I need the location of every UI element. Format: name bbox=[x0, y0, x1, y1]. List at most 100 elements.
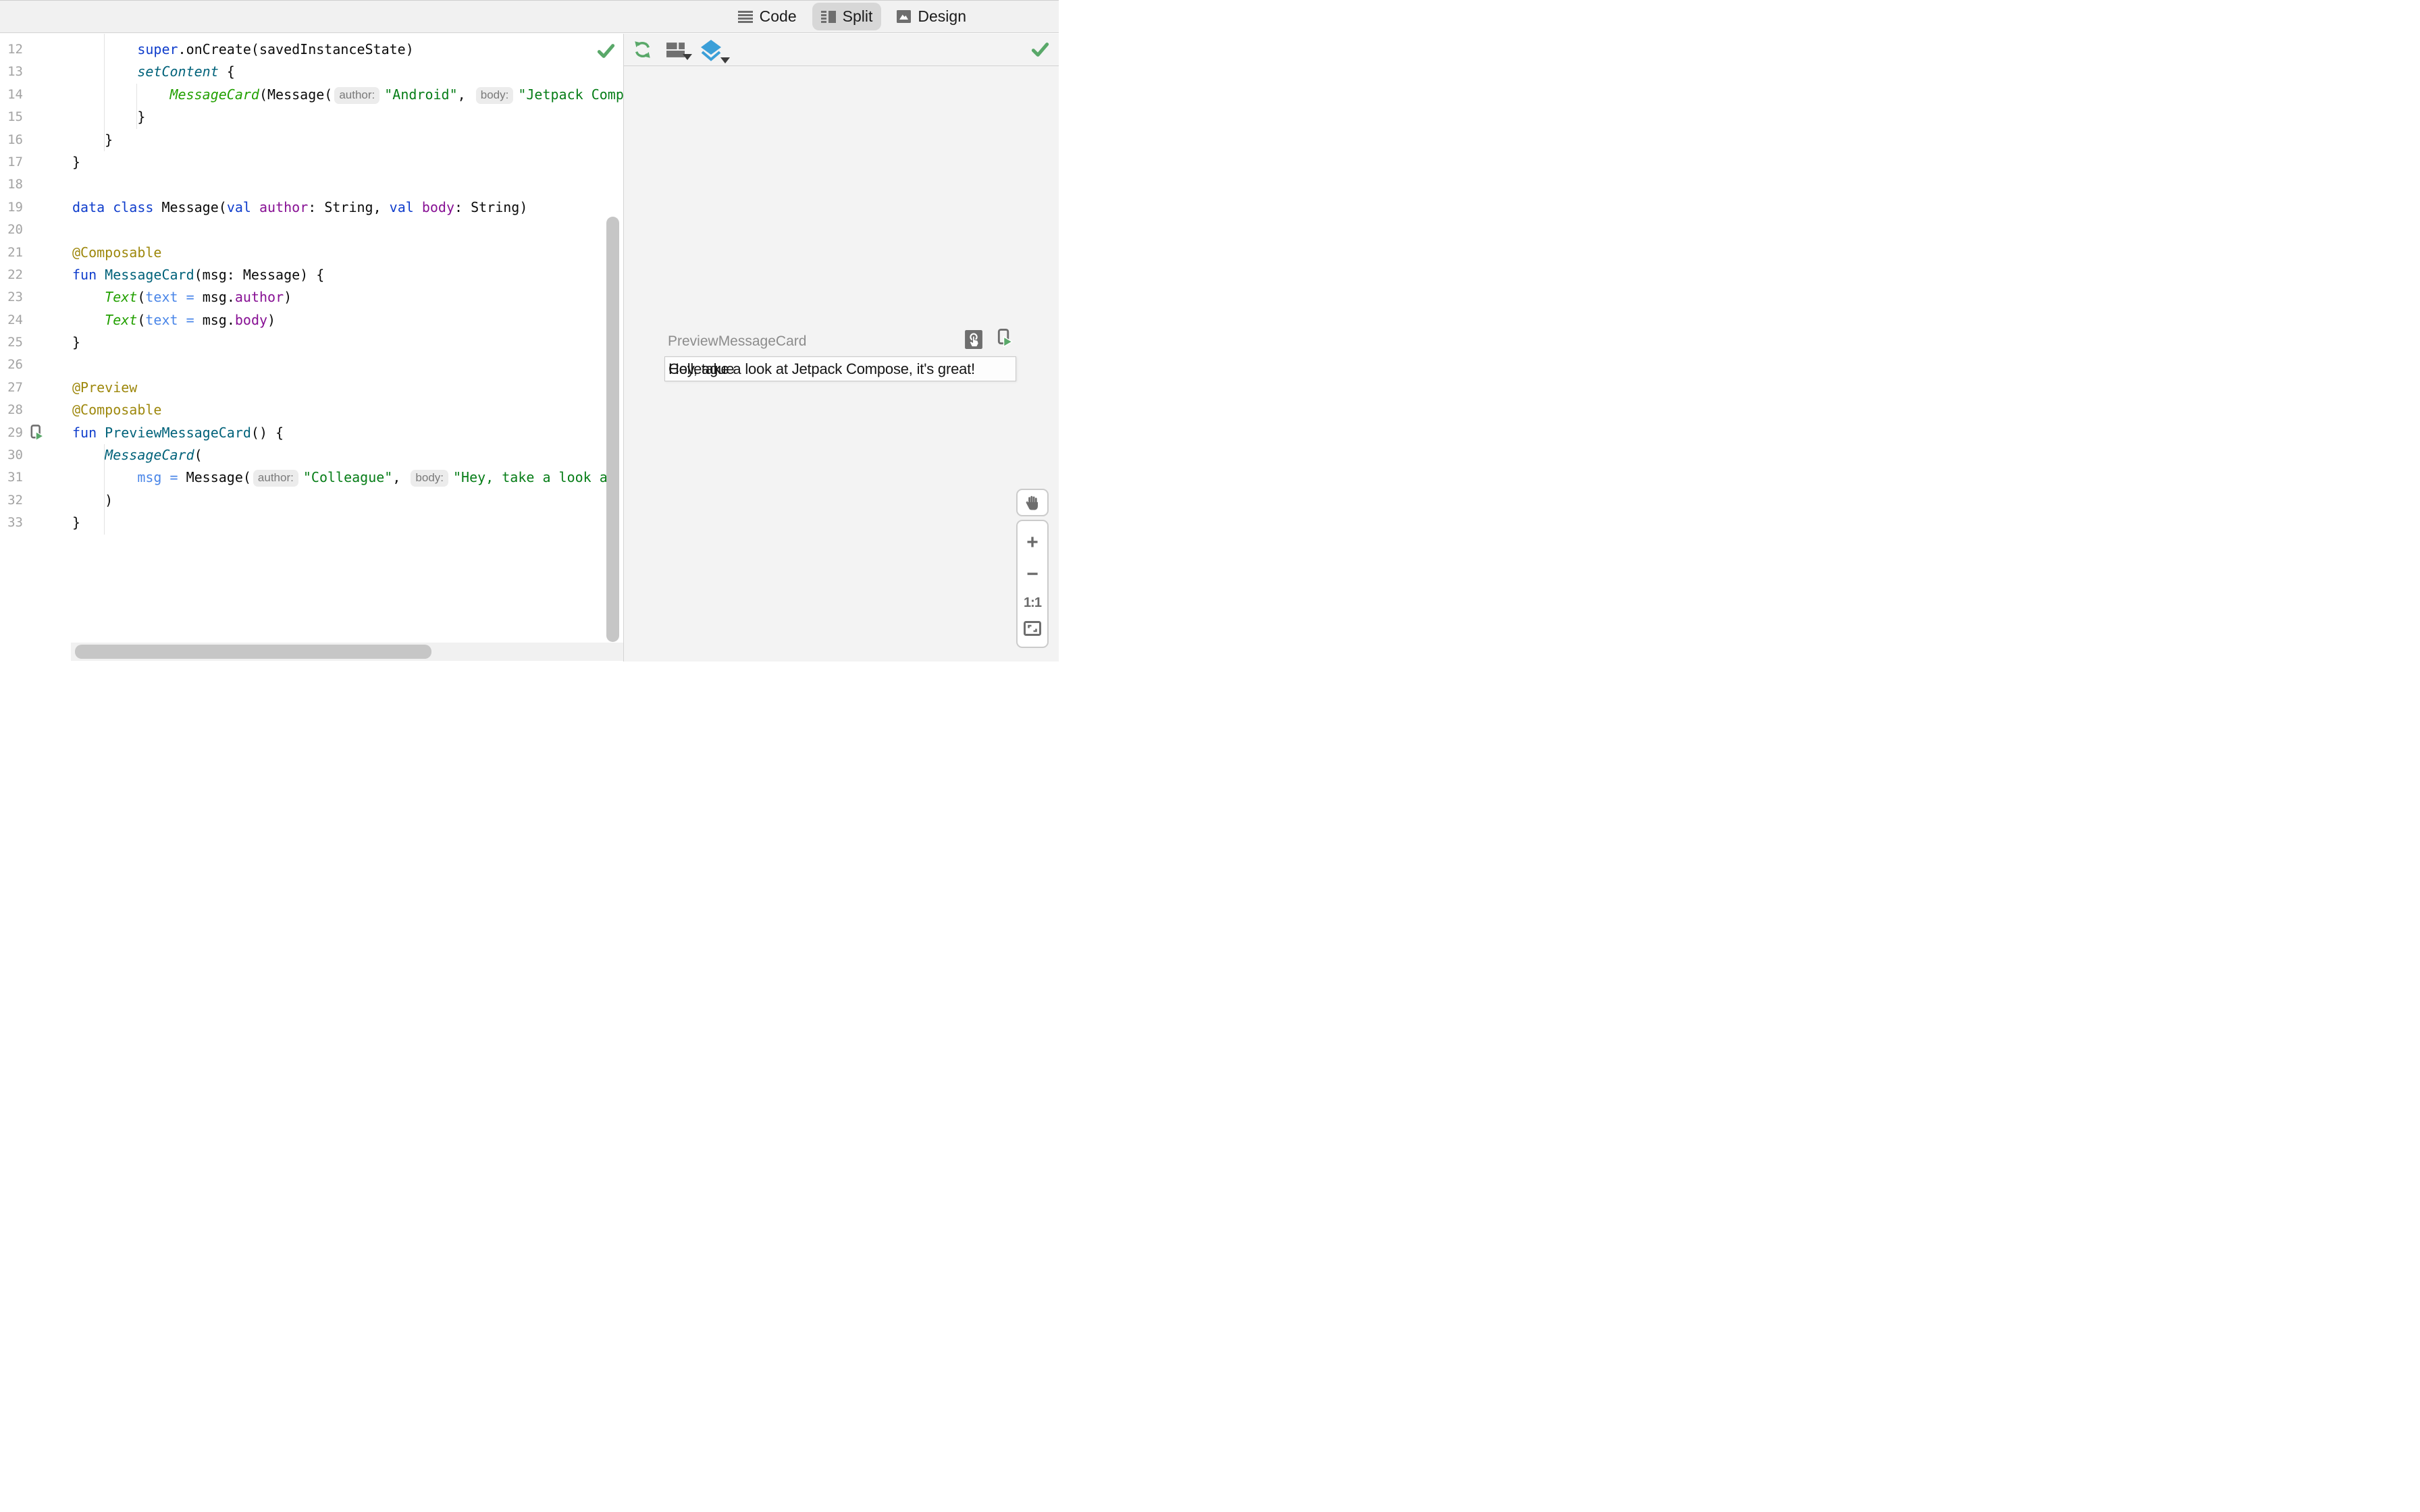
line-number: 30 bbox=[7, 448, 23, 463]
code-line[interactable]: 13 setContent { bbox=[0, 61, 623, 83]
layers-button[interactable] bbox=[700, 38, 730, 63]
zoom-actual-size-button[interactable]: 1:1 bbox=[1024, 596, 1042, 610]
build-refresh-icon bbox=[635, 41, 650, 58]
code-line[interactable]: 18 bbox=[0, 173, 623, 196]
preview-sync-ok-icon bbox=[1031, 40, 1049, 59]
line-number: 21 bbox=[7, 244, 23, 260]
parameter-hint: body: bbox=[475, 86, 514, 104]
code-text: Text(text = msg.author) bbox=[105, 289, 292, 306]
code-line[interactable]: 28 @Composable bbox=[0, 399, 623, 421]
code-text: setContent { bbox=[137, 63, 235, 80]
zoom-out-button[interactable]: − bbox=[1026, 564, 1038, 585]
code-line[interactable]: 22 fun MessageCard(msg: Message) { bbox=[0, 264, 623, 286]
code-line[interactable]: 24 Text(text = msg.body) bbox=[0, 309, 623, 331]
code-text: fun PreviewMessageCard() { bbox=[72, 424, 284, 441]
line-number: 14 bbox=[7, 86, 23, 102]
tab-code[interactable]: Code bbox=[729, 3, 806, 30]
interactive-mode-button[interactable] bbox=[965, 330, 982, 352]
line-number: 29 bbox=[7, 425, 23, 440]
parameter-hint: body: bbox=[411, 470, 448, 487]
line-number: 17 bbox=[7, 154, 23, 169]
line-number: 16 bbox=[7, 132, 23, 147]
line-number: 22 bbox=[7, 267, 23, 282]
split-view-icon bbox=[820, 10, 836, 23]
code-text: msg = Message(author: "Colleague", body: "… bbox=[137, 469, 616, 487]
indent-guide bbox=[104, 34, 105, 151]
code-line[interactable]: 23 Text(text = msg.author) bbox=[0, 286, 623, 308]
chevron-down-icon bbox=[683, 53, 692, 60]
line-number: 19 bbox=[7, 199, 23, 215]
code-line[interactable]: 26 bbox=[0, 354, 623, 376]
code-line[interactable]: 12 super.onCreate(savedInstanceState) bbox=[0, 38, 623, 61]
line-number: 26 bbox=[7, 357, 23, 373]
tab-code-label: Code bbox=[759, 7, 797, 25]
design-image-icon bbox=[897, 10, 912, 23]
code-text: @Composable bbox=[72, 402, 162, 418]
horizontal-scrollbar-track[interactable] bbox=[71, 643, 623, 661]
indent-guide bbox=[136, 84, 137, 129]
android-studio-split-editor: { "topbar": { "tabs": [ { "label": "Code… bbox=[0, 0, 1059, 662]
code-line[interactable]: 29 fun PreviewMessageCard() { bbox=[0, 422, 623, 444]
build-refresh-button[interactable] bbox=[633, 40, 652, 59]
line-number: 28 bbox=[7, 402, 23, 418]
zoom-to-fit-icon bbox=[1024, 620, 1041, 636]
zoom-controls: + − 1:1 bbox=[1016, 520, 1049, 648]
compose-preview-pane: PreviewMessageCard Colleague Hey, take a… bbox=[623, 34, 1059, 662]
code-text: } bbox=[72, 334, 81, 351]
code-line[interactable]: 32 ) bbox=[0, 489, 623, 512]
code-line[interactable]: 17} bbox=[0, 151, 623, 173]
preview-toolbar bbox=[624, 34, 1059, 66]
line-number: 18 bbox=[7, 177, 23, 192]
pan-button[interactable] bbox=[1016, 489, 1049, 516]
run-preview-icon bbox=[997, 329, 1014, 348]
code-line[interactable]: 14 MessageCard(Message(author: "Android",… bbox=[0, 84, 623, 106]
code-line[interactable]: 25} bbox=[0, 331, 623, 354]
code-line[interactable]: 16 } bbox=[0, 129, 623, 151]
code-text: } bbox=[72, 514, 81, 531]
code-line[interactable]: 30 MessageCard( bbox=[0, 444, 623, 466]
zoom-in-button[interactable]: + bbox=[1026, 532, 1038, 553]
interactive-mode-icon bbox=[965, 330, 982, 349]
editor-mode-switcher: Code Split Design bbox=[0, 0, 1059, 33]
code-lines-icon bbox=[737, 10, 753, 23]
code-line[interactable]: 27 @Preview bbox=[0, 377, 623, 399]
code-text: MessageCard( bbox=[105, 447, 203, 464]
code-text: @Composable bbox=[72, 244, 162, 261]
tab-split-label: Split bbox=[842, 7, 873, 25]
line-number: 27 bbox=[7, 379, 23, 395]
code-text: @Preview bbox=[72, 379, 138, 396]
line-number: 20 bbox=[7, 222, 23, 238]
code-text: } bbox=[72, 153, 81, 170]
code-line[interactable]: 19 data class Message(val author: String,… bbox=[0, 196, 623, 219]
line-number: 25 bbox=[7, 335, 23, 350]
code-line[interactable]: 33} bbox=[0, 512, 623, 534]
line-number: 12 bbox=[7, 42, 23, 57]
horizontal-scrollbar-thumb[interactable] bbox=[75, 645, 431, 659]
line-number: 15 bbox=[7, 109, 23, 125]
vertical-scrollbar[interactable] bbox=[606, 217, 619, 642]
line-number: 32 bbox=[7, 492, 23, 508]
code-line[interactable]: 31 msg = Message(author: "Colleague", bod… bbox=[0, 466, 623, 489]
zoom-to-fit-button[interactable] bbox=[1024, 620, 1041, 636]
code-line[interactable]: 15 } bbox=[0, 106, 623, 128]
run-preview-gutter-icon[interactable] bbox=[29, 425, 44, 441]
preview-text-body: Hey, take a look at Jetpack Compose, it'… bbox=[668, 360, 975, 377]
line-number: 13 bbox=[7, 64, 23, 80]
line-number: 31 bbox=[7, 470, 23, 485]
line-number: 33 bbox=[7, 515, 23, 531]
layout-options-button[interactable] bbox=[666, 42, 692, 60]
layers-icon bbox=[701, 39, 721, 61]
code-editor-pane[interactable]: 12 super.onCreate(savedInstanceState) 13 … bbox=[0, 34, 623, 662]
tab-design[interactable]: Design bbox=[888, 3, 975, 30]
code-line[interactable]: 20 bbox=[0, 219, 623, 241]
inspections-ok-icon[interactable] bbox=[597, 42, 615, 63]
indent-guide bbox=[104, 444, 105, 535]
code-line[interactable]: 21 @Composable bbox=[0, 242, 623, 264]
run-preview-button[interactable] bbox=[996, 329, 1014, 350]
tab-split[interactable]: Split bbox=[812, 3, 882, 30]
code-text: } bbox=[72, 109, 146, 126]
chevron-down-icon bbox=[720, 57, 730, 63]
gutter bbox=[23, 425, 50, 441]
code-area[interactable]: 12 super.onCreate(savedInstanceState) 13 … bbox=[0, 38, 623, 535]
pan-hand-icon bbox=[1026, 495, 1038, 510]
